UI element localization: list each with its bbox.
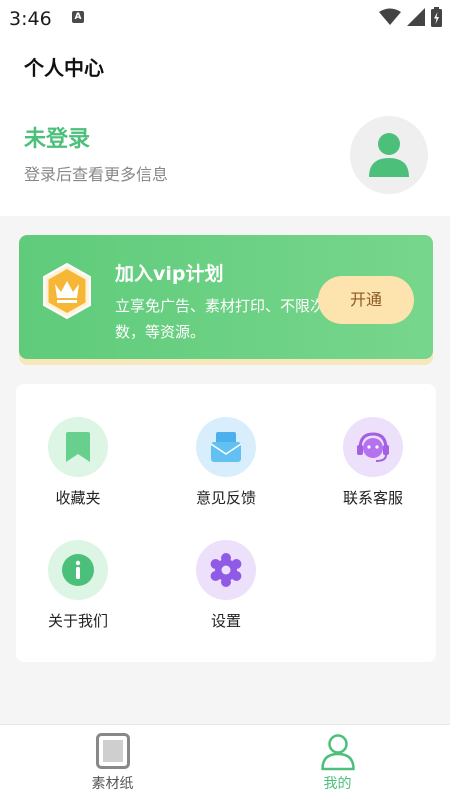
login-status[interactable]: 未登录 [24, 121, 90, 153]
login-hint: 登录后查看更多信息 [24, 165, 169, 184]
menu-item-about[interactable]: 关于我们 [18, 540, 138, 631]
nav-label: 我的 [323, 776, 352, 792]
bookmark-icon [48, 417, 108, 477]
cell-signal-icon [407, 8, 425, 26]
paper-icon [95, 733, 130, 769]
bottom-nav: 素材纸 我的 [0, 724, 450, 801]
headset-icon [343, 417, 403, 477]
menu-label: 联系客服 [342, 489, 403, 507]
wifi-icon [379, 8, 401, 25]
vip-banner[interactable]: 加入vip计划 立享免广告、素材打印、不限次数，等资源。 开通 [19, 235, 433, 365]
page-title: 个人中心 [24, 56, 104, 80]
gear-icon [196, 540, 256, 600]
crown-icon [43, 262, 91, 320]
menu-label: 关于我们 [47, 612, 108, 630]
menu-item-settings[interactable]: 设置 [166, 540, 286, 631]
menu-item-feedback[interactable]: 意见反馈 [166, 417, 286, 508]
menu-grid: 收藏夹 意见反馈 联系客服 关于我们 设置 [16, 384, 436, 662]
status-bar: 3:46 A [0, 0, 450, 36]
info-icon [48, 540, 108, 600]
user-icon [320, 734, 355, 771]
system-icons [379, 6, 442, 28]
vip-open-button[interactable]: 开通 [318, 276, 414, 324]
menu-label: 设置 [210, 612, 241, 630]
notification-a-icon: A [72, 11, 84, 23]
status-time: 3:46 [9, 8, 52, 30]
menu-item-favorites[interactable]: 收藏夹 [18, 417, 138, 508]
nav-tab-materials[interactable]: 素材纸 [0, 725, 225, 801]
battery-icon [431, 7, 442, 27]
envelope-icon [196, 417, 256, 477]
vip-banner-body: 加入vip计划 立享免广告、素材打印、不限次数，等资源。 开通 [19, 235, 433, 359]
vip-title: 加入vip计划 [115, 263, 224, 285]
menu-label: 收藏夹 [55, 489, 101, 507]
nav-tab-mine[interactable]: 我的 [225, 725, 450, 801]
nav-label: 素材纸 [91, 776, 134, 792]
user-avatar-icon [369, 133, 409, 177]
vip-description: 立享免广告、素材打印、不限次数，等资源。 [115, 297, 326, 341]
menu-item-customer-service[interactable]: 联系客服 [313, 417, 433, 508]
avatar[interactable] [350, 116, 428, 194]
menu-label: 意见反馈 [195, 489, 256, 507]
profile-header: 个人中心 未登录 登录后查看更多信息 [0, 36, 450, 216]
